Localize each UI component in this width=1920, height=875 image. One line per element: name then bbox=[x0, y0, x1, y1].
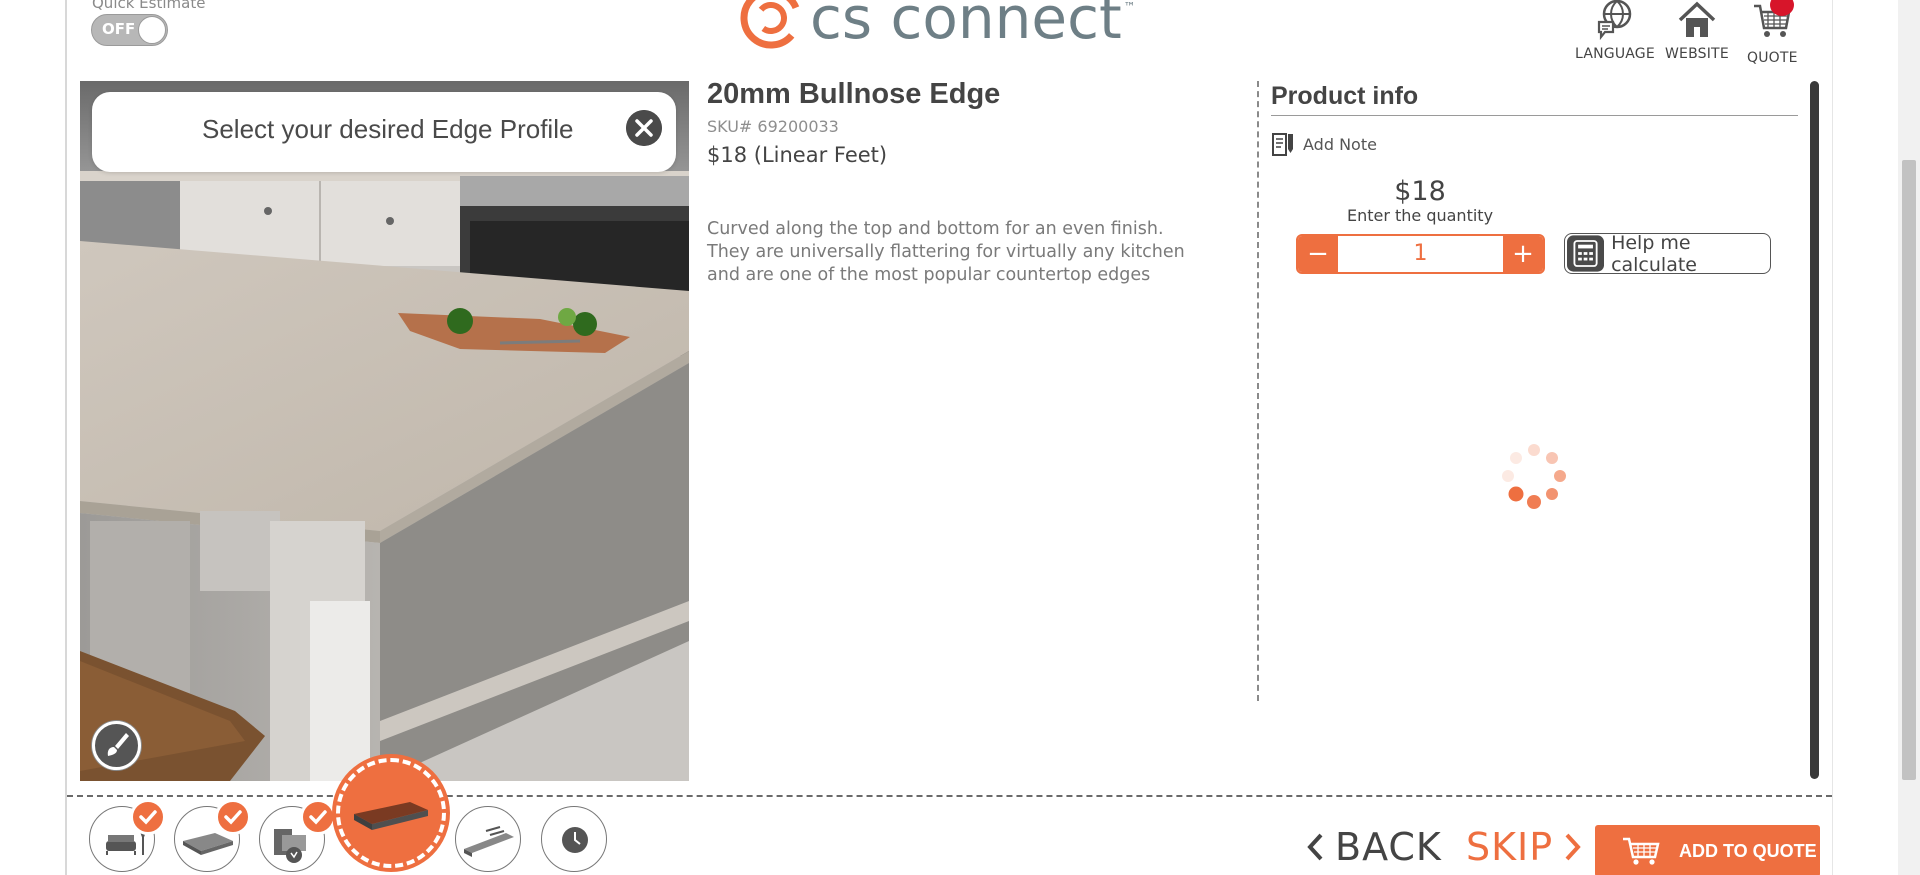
close-icon[interactable] bbox=[626, 110, 662, 146]
cs-connect-logo[interactable]: cs connect ™ bbox=[740, 0, 1136, 58]
loading-spinner-icon bbox=[1502, 444, 1566, 509]
globe-chat-icon bbox=[1597, 0, 1632, 40]
cart-icon bbox=[1623, 837, 1660, 865]
step-sink[interactable] bbox=[259, 799, 336, 872]
quantity-input[interactable]: 1 bbox=[1338, 236, 1503, 272]
home-icon bbox=[1678, 1, 1716, 37]
note-pencil-icon bbox=[1272, 133, 1293, 156]
toggle-state-label: OFF bbox=[102, 20, 136, 38]
logo-trademark: ™ bbox=[1123, 0, 1136, 14]
info-panel-divider bbox=[1257, 81, 1259, 701]
quantity-hint: Enter the quantity bbox=[1346, 206, 1494, 225]
help-me-calculate-button[interactable]: Help me calculate bbox=[1564, 231, 1771, 276]
tooltip-text: Select your desired Edge Profile bbox=[202, 114, 574, 144]
bottom-dashed-rule bbox=[67, 795, 1832, 797]
language-button[interactable]: LANGUAGE bbox=[1575, 0, 1655, 62]
page-scrollbar-thumb[interactable] bbox=[1902, 160, 1916, 780]
language-label: LANGUAGE bbox=[1575, 46, 1655, 62]
quote-button[interactable]: QUOTE bbox=[1747, 0, 1798, 66]
clock-icon bbox=[562, 827, 588, 853]
chevron-right-icon bbox=[1565, 833, 1581, 861]
skip-button[interactable]: SKIP bbox=[1466, 825, 1583, 869]
kitchen-preview-image bbox=[80, 81, 689, 781]
back-button[interactable]: BACK bbox=[1305, 825, 1442, 869]
product-info-title: Product info bbox=[1271, 82, 1419, 110]
increment-button[interactable]: + bbox=[1503, 236, 1543, 272]
completed-check-icon bbox=[130, 799, 166, 835]
product-sku: SKU# 69200033 bbox=[707, 117, 839, 136]
chevron-left-icon bbox=[1307, 833, 1323, 861]
website-label: WEBSITE bbox=[1665, 46, 1729, 62]
step-finish[interactable] bbox=[541, 806, 607, 872]
right-frame-line bbox=[1832, 0, 1833, 875]
backsplash-icon bbox=[464, 826, 514, 857]
product-description: Curved along the top and bottom for an e… bbox=[707, 219, 1185, 285]
unit-price: $18 bbox=[1394, 176, 1446, 207]
back-label: BACK bbox=[1335, 825, 1442, 869]
add-to-quote-label: ADD TO QUOTE bbox=[1679, 840, 1817, 861]
quantity-stepper: − 1 + bbox=[1296, 234, 1545, 274]
quick-estimate-toggle[interactable]: OFF bbox=[91, 14, 168, 46]
completed-check-icon bbox=[215, 799, 251, 835]
skip-label: SKIP bbox=[1466, 825, 1554, 869]
edge-profile-icon bbox=[354, 802, 428, 830]
add-to-quote-button[interactable]: ADD TO QUOTE bbox=[1595, 825, 1820, 875]
step-countertop[interactable] bbox=[174, 799, 251, 872]
step-furniture[interactable] bbox=[89, 799, 166, 872]
panel-scrollbar[interactable] bbox=[1810, 81, 1819, 779]
help-me-calculate-label: Help me calculate bbox=[1611, 231, 1697, 276]
quote-label: QUOTE bbox=[1747, 50, 1798, 66]
step-edge-profile-active[interactable] bbox=[336, 758, 446, 868]
logo-mark-icon bbox=[740, 0, 802, 49]
product-title: 20mm Bullnose Edge bbox=[707, 78, 1001, 110]
info-title-rule bbox=[1271, 115, 1798, 116]
paint-brush-icon bbox=[107, 733, 129, 756]
toggle-knob bbox=[138, 16, 166, 44]
add-note-label: Add Note bbox=[1303, 134, 1377, 154]
decrement-button[interactable]: − bbox=[1298, 236, 1338, 272]
kitchen-scene-illustration bbox=[80, 81, 689, 781]
page-scrollbar[interactable] bbox=[1898, 0, 1920, 875]
step-backsplash[interactable] bbox=[455, 806, 521, 872]
paint-brush-button[interactable] bbox=[92, 721, 141, 770]
edge-profile-tooltip: Select your desired Edge Profile bbox=[92, 92, 676, 172]
website-button[interactable]: WEBSITE bbox=[1665, 0, 1729, 62]
logo-text: cs connect bbox=[810, 0, 1122, 52]
calculator-icon bbox=[1567, 235, 1605, 272]
product-price: $18 (Linear Feet) bbox=[707, 143, 888, 167]
left-frame-line bbox=[65, 0, 67, 875]
completed-check-icon bbox=[300, 799, 336, 835]
add-note-button[interactable]: Add Note bbox=[1271, 131, 1377, 157]
quick-estimate-label: Quick Estimate bbox=[92, 0, 206, 12]
